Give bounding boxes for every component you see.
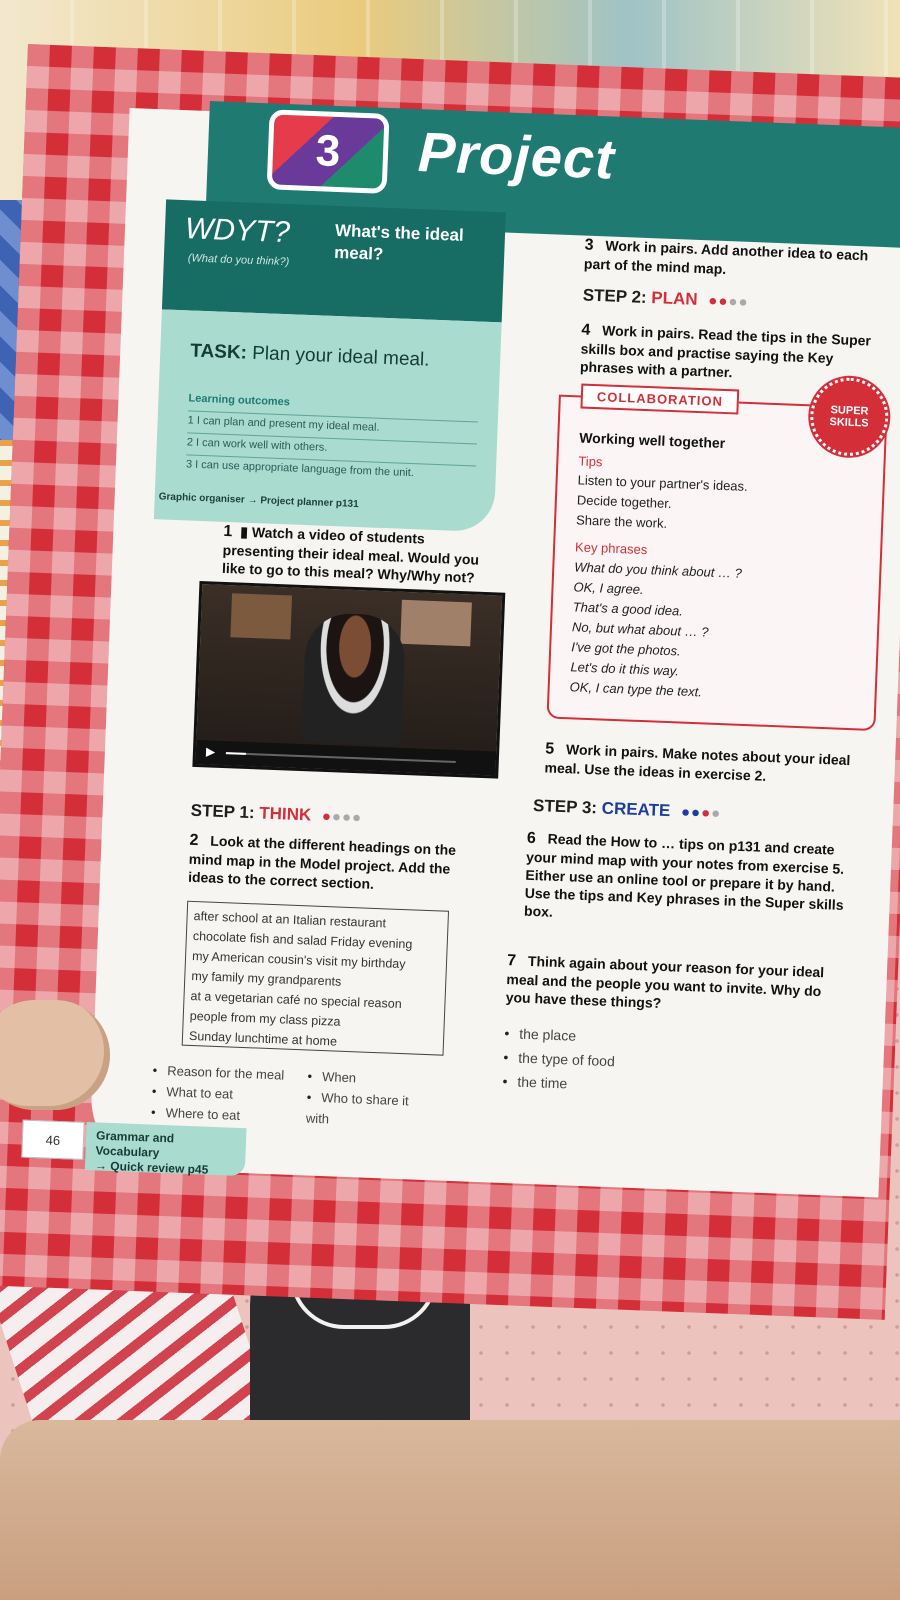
- planner-ref: Graphic organiser → Project planner p131: [158, 491, 359, 511]
- exercise-text: Work in pairs. Make notes about your ide…: [544, 741, 851, 784]
- video-icon: ▮: [240, 523, 249, 540]
- step-1-heading: STEP 1: THINK ●●●●: [190, 801, 362, 828]
- exercise-text: Look at the different headings on the mi…: [187, 832, 457, 892]
- phrase-item: Let's do it this way.: [570, 659, 680, 679]
- headings-right: When Who to share it with: [306, 1066, 418, 1133]
- video-progress[interactable]: [225, 752, 456, 763]
- participant-thumbnail: [400, 599, 472, 647]
- exercise-text: Think again about your reason for your i…: [505, 952, 825, 1012]
- step-2-heading: STEP 2: PLAN ●●●●: [582, 285, 749, 311]
- collaboration-box: COLLABORATION SUPER SKILLS Working well …: [546, 376, 890, 732]
- collaboration-tag: COLLABORATION: [580, 383, 740, 415]
- exercise-number: 6: [526, 829, 537, 848]
- exercise-number: 3: [584, 236, 594, 254]
- step-word: THINK: [258, 803, 312, 825]
- page-paper: 3 Project WDYT? (What do you think?) Wha…: [88, 101, 900, 1198]
- grammar-vocab-box: Grammar and Vocabulary → Quick review p4…: [84, 1122, 247, 1177]
- step-label: STEP 3:: [532, 795, 598, 818]
- forearm: [0, 1420, 900, 1600]
- outcome-item: 3 I can use appropriate language from th…: [185, 454, 477, 482]
- presenter: [301, 612, 407, 746]
- page-number: 46: [21, 1119, 85, 1160]
- play-icon[interactable]: ▶: [206, 744, 216, 758]
- progress-dots: ●●●●: [680, 803, 722, 823]
- exercise-number: 2: [189, 831, 199, 850]
- exercise-6: 6 Read the How to … tips on p131 and cre…: [524, 829, 857, 933]
- step-word: PLAN: [651, 288, 699, 309]
- phrase-item: What do you think about … ?: [574, 559, 743, 581]
- tips-title: Tips: [578, 453, 603, 470]
- tip-item: Share the work.: [575, 512, 668, 531]
- step-word: CREATE: [601, 798, 671, 821]
- wdyt-label: WDYT?: [184, 212, 291, 250]
- phrase-item: No, but what about … ?: [571, 619, 709, 640]
- wdyt-sub: (What do you think?): [187, 252, 290, 269]
- wdyt-question: What's the ideal meal?: [333, 220, 465, 264]
- exercise-number: 5: [544, 740, 555, 758]
- progress-dots: ●●●●: [708, 292, 749, 311]
- tip-item: Decide together.: [576, 492, 672, 512]
- phrase-item: OK, I can type the text.: [569, 679, 703, 700]
- exercise-text: Work in pairs. Read the tips in the Supe…: [579, 322, 872, 381]
- thumb: [0, 1000, 110, 1110]
- heading-item: Where to eat: [151, 1102, 283, 1128]
- task-box: TASK: Plan your ideal meal. Learning out…: [153, 309, 502, 533]
- exercise-7: 7 Think again about your reason for your…: [505, 951, 837, 1019]
- exercise-number: 1: [223, 522, 233, 541]
- participant-thumbnail: [230, 593, 293, 640]
- video-player[interactable]: ▶: [192, 580, 506, 779]
- phrase-item: OK, I agree.: [573, 579, 644, 598]
- word-box: after school at an Italian restaurant ch…: [181, 900, 450, 1056]
- phrase-item: I've got the photos.: [570, 639, 681, 659]
- tip-item: Listen to your partner's ideas.: [577, 472, 748, 494]
- exercise-2: 2 Look at the different headings on the …: [188, 831, 460, 896]
- video-controls: ▶: [195, 739, 497, 776]
- unit-badge: 3: [266, 109, 390, 194]
- exercise-number: 7: [506, 952, 517, 970]
- phrase-item: That's a good idea.: [572, 599, 684, 619]
- progress-dots: ●●●●: [321, 807, 363, 827]
- task-text: Plan your ideal meal.: [251, 342, 430, 371]
- task-line: TASK: Plan your ideal meal.: [190, 340, 430, 371]
- ex7-bullets: the place the type of food the time: [502, 1021, 616, 1097]
- collaboration-heading: Working well together: [578, 429, 726, 452]
- exercise-text: Watch a video of students presenting the…: [221, 523, 480, 586]
- step-label: STEP 2:: [582, 285, 648, 307]
- phrases-title: Key phrases: [574, 539, 648, 558]
- heading-item: Who to share it with: [306, 1086, 418, 1132]
- super-skills-badge: SUPER SKILLS: [808, 376, 890, 458]
- step-3-heading: STEP 3: CREATE ●●●●: [533, 796, 722, 823]
- exercise-number: 4: [581, 321, 591, 339]
- outcomes-title: Learning outcomes: [188, 392, 291, 409]
- exercise-1: 1 ▮ Watch a video of students presenting …: [222, 522, 494, 587]
- exercise-5: 5 Work in pairs. Make notes about your i…: [544, 739, 865, 788]
- exercise-4: 4 Work in pairs. Read the tips in the Su…: [580, 320, 882, 386]
- page-title: Project: [416, 120, 617, 191]
- bullet-item: the time: [502, 1069, 614, 1097]
- step-label: STEP 1:: [190, 800, 255, 823]
- wdyt-box: WDYT? (What do you think?) What's the id…: [161, 199, 506, 323]
- exercise-text: Read the How to … tips on p131 and creat…: [523, 830, 845, 920]
- textbook-page: 3 Project WDYT? (What do you think?) Wha…: [0, 44, 900, 1320]
- task-label: TASK:: [189, 340, 248, 364]
- headings-left: Reason for the meal What to eat Where to…: [151, 1060, 285, 1128]
